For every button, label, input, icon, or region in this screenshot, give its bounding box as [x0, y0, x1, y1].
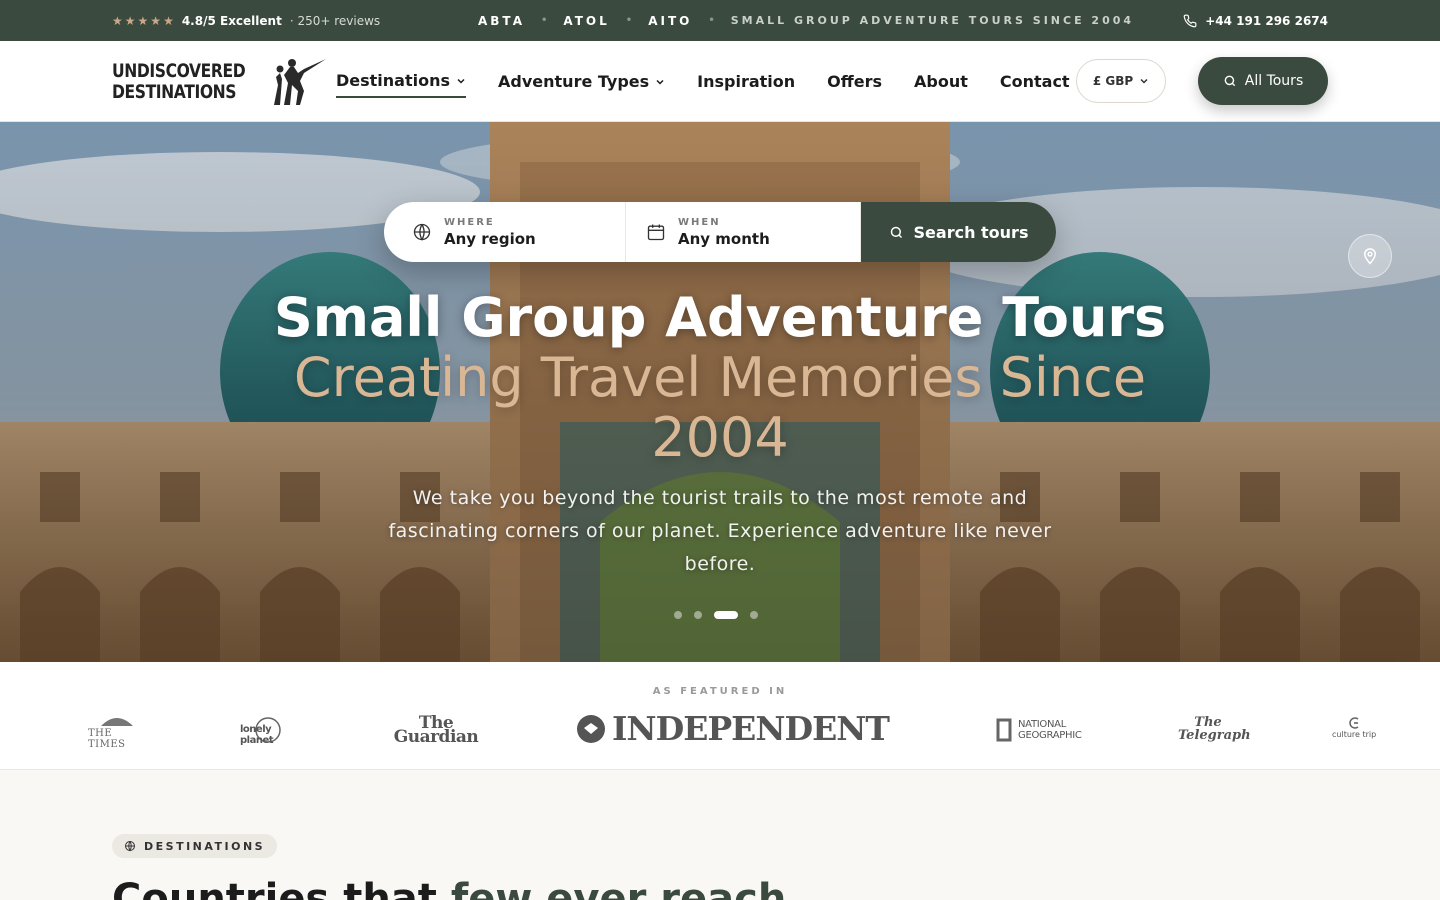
- topbar-tagline: SMALL GROUP ADVENTURE TOURS SINCE 2004: [730, 14, 1135, 27]
- nav-contact[interactable]: Contact: [1000, 66, 1070, 98]
- chevron-down-icon: [457, 78, 465, 84]
- rating-summary[interactable]: ★ ★ ★ ★ ★ 4.8/5 Excellent · 250+ reviews: [112, 0, 380, 41]
- destinations-heading: Countries that few ever reach: [112, 876, 787, 900]
- accreditation-atol: ATOL: [563, 13, 610, 28]
- site-logo[interactable]: UNDISCOVERED DESTINATIONS: [112, 57, 327, 107]
- press-logo-culture-trip: culture trip: [1332, 716, 1376, 739]
- yellow-frame-icon: [996, 718, 1012, 742]
- hero-description: We take you beyond the tourist trails to…: [388, 487, 1052, 575]
- where-selector[interactable]: WHERE Any region: [384, 202, 626, 262]
- search-icon: [1224, 75, 1235, 87]
- review-count: · 250+ reviews: [289, 13, 381, 28]
- calendar-icon: [647, 224, 665, 241]
- when-value: Any month: [678, 229, 770, 248]
- hero-title: Small Group Adventure Tours: [273, 286, 1167, 349]
- slide-dot[interactable]: [750, 611, 758, 619]
- currency-selector[interactable]: £ GBP: [1076, 59, 1166, 103]
- destinations-badge: DESTINATIONS: [112, 834, 278, 858]
- press-logo-lonely-planet: lonely planet: [238, 716, 298, 746]
- nav-offers[interactable]: Offers: [827, 66, 882, 98]
- press-strip: AS FEATURED IN THE TIMES lonely planet T…: [0, 662, 1440, 770]
- accreditation-abta: ABTA: [478, 13, 525, 28]
- star-icon: ★: [137, 13, 149, 28]
- all-tours-button[interactable]: All Tours: [1198, 57, 1328, 105]
- rating-stars: ★ ★ ★ ★ ★: [112, 15, 174, 27]
- press-logo-national-geographic: NATIONAL GEOGRAPHIC: [996, 718, 1084, 742]
- when-label: WHEN: [678, 216, 721, 228]
- chevron-down-icon: [1140, 78, 1148, 84]
- press-logo-telegraph: The Telegraph: [1178, 715, 1251, 743]
- accreditation-aito: AITO: [648, 13, 693, 28]
- separator-dot: •: [625, 15, 633, 26]
- crest-icon: [101, 718, 133, 726]
- nav-about[interactable]: About: [914, 66, 968, 98]
- top-info-bar: ★ ★ ★ ★ ★ 4.8/5 Excellent · 250+ reviews…: [0, 0, 1440, 41]
- star-icon: ★: [163, 13, 174, 28]
- search-icon: [890, 226, 902, 238]
- logo-wordmark: UNDISCOVERED DESTINATIONS: [112, 60, 246, 103]
- press-logo-guardian: The Guardian: [393, 713, 479, 747]
- phone-number: +44 191 296 2674: [1205, 13, 1328, 28]
- map-view-button[interactable]: [1348, 234, 1392, 278]
- phone-link[interactable]: +44 191 296 2674: [1183, 0, 1328, 41]
- search-tours-button[interactable]: Search tours: [861, 202, 1056, 262]
- slide-dot[interactable]: [694, 611, 702, 619]
- hero-banner: WHERE Any region WHEN Any month Search t…: [0, 122, 1440, 662]
- chevron-down-icon: [656, 79, 664, 85]
- main-nav: Destinations Adventure Types Inspiration…: [336, 41, 1070, 122]
- separator-dot: •: [540, 15, 548, 26]
- hiker-logo-icon: [274, 59, 326, 105]
- slide-dot-active[interactable]: [714, 611, 738, 619]
- star-icon: ★: [124, 13, 136, 28]
- main-header: UNDISCOVERED DESTINATIONS Destinations A…: [0, 41, 1440, 122]
- where-label: WHERE: [444, 216, 495, 228]
- slide-dot[interactable]: [674, 611, 682, 619]
- star-icon: ★: [150, 13, 162, 28]
- tour-search-bar: WHERE Any region WHEN Any month Search t…: [384, 202, 1056, 262]
- currency-value: £ GBP: [1092, 74, 1134, 88]
- culture-trip-icon: [1349, 717, 1359, 729]
- globe-icon: [413, 223, 431, 241]
- nav-destinations[interactable]: Destinations: [336, 66, 467, 98]
- rating-score: 4.8/5 Excellent: [181, 13, 282, 28]
- featured-label: AS FEATURED IN: [652, 686, 788, 697]
- where-value: Any region: [444, 229, 536, 248]
- hero-subtitle: Creating Travel Memories Since 2004: [293, 346, 1147, 469]
- map-pin-icon: [1363, 248, 1377, 265]
- nav-inspiration[interactable]: Inspiration: [697, 66, 795, 98]
- eagle-icon: [577, 715, 605, 743]
- accreditations: ABTA • ATOL • AITO • SMALL GROUP ADVENTU…: [478, 0, 1134, 41]
- globe-icon: [125, 841, 135, 852]
- phone-icon: [1183, 14, 1197, 27]
- press-logo-the-times: THE TIMES: [88, 714, 146, 750]
- star-icon: ★: [112, 13, 123, 28]
- press-logo-independent: INDEPENDENT: [576, 712, 890, 746]
- separator-dot: •: [708, 15, 715, 26]
- slide-indicators: [674, 611, 758, 619]
- when-selector[interactable]: WHEN Any month: [626, 202, 861, 262]
- nav-adventure-types[interactable]: Adventure Types: [498, 66, 665, 98]
